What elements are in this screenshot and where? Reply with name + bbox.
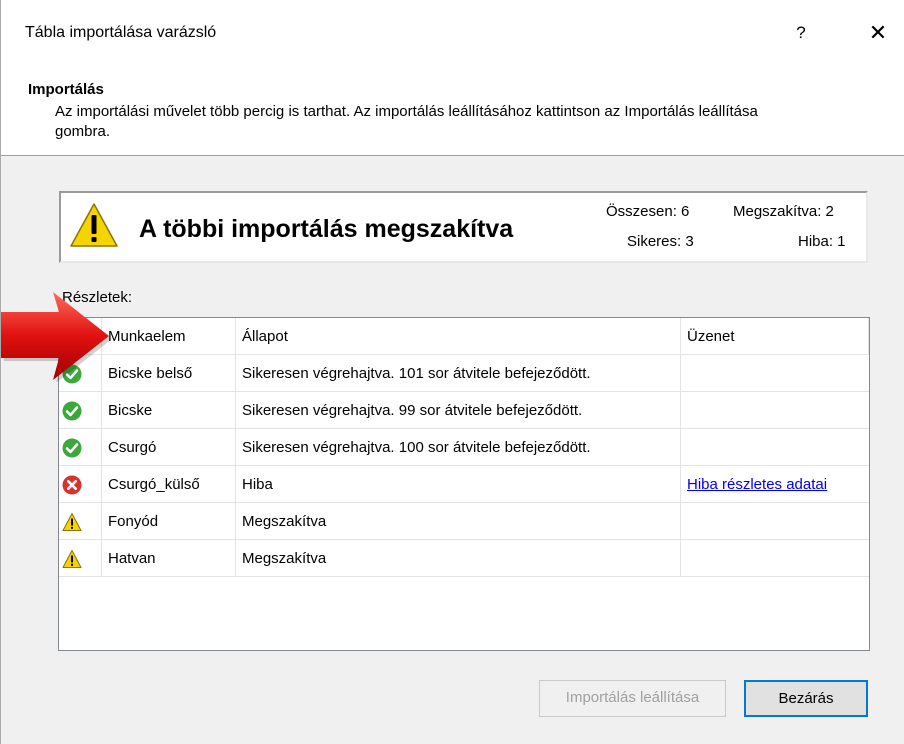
message-cell xyxy=(681,355,869,392)
message-cell xyxy=(681,540,869,577)
window-title: Tábla importálása varázsló xyxy=(25,24,217,41)
message-cell xyxy=(681,503,869,540)
item-cell: Csurgó xyxy=(102,429,236,466)
success-icon xyxy=(62,401,82,421)
total-count: Összesen: 6 xyxy=(606,203,690,220)
success-icon xyxy=(62,438,82,458)
status-cell: Megszakítva xyxy=(236,503,681,540)
warning-icon xyxy=(62,550,82,568)
summary-panel: A többi importálás megszakítva Összesen:… xyxy=(59,191,868,263)
item-cell: Csurgó_külső xyxy=(102,466,236,503)
warning-icon xyxy=(62,513,82,531)
success-count: Sikeres: 3 xyxy=(627,233,694,250)
table-row[interactable]: Csurgó_külső Hiba Hiba részletes adatai xyxy=(59,466,869,503)
stop-import-button[interactable]: Importálás leállítása xyxy=(539,680,726,717)
status-cell: Sikeresen végrehajtva. 100 sor átvitele … xyxy=(236,429,681,466)
import-wizard-dialog: Tábla importálása varázsló ? ✕ Importálá… xyxy=(0,0,904,744)
message-cell: Hiba részletes adatai xyxy=(681,466,869,503)
status-cell: Megszakítva xyxy=(236,540,681,577)
item-cell: Bicske belső xyxy=(102,355,236,392)
close-window-button[interactable]: ✕ xyxy=(861,16,895,50)
wizard-header: Importálás Az importálási művelet több p… xyxy=(1,61,904,156)
header-description: Az importálási művelet több percig is ta… xyxy=(55,103,758,140)
close-button[interactable]: Bezárás xyxy=(744,680,868,717)
column-header-status[interactable]: Állapot xyxy=(236,318,681,355)
table-row[interactable]: Bicske belső Sikeresen végrehajtva. 101 … xyxy=(59,355,869,392)
grid-header-row: Munkaelem Állapot Üzenet xyxy=(59,318,869,355)
column-header-message[interactable]: Üzenet xyxy=(681,318,869,355)
status-cell: Sikeresen végrehajtva. 101 sor átvitele … xyxy=(236,355,681,392)
details-grid[interactable]: Munkaelem Állapot Üzenet Bicske belső Si… xyxy=(58,317,870,651)
item-cell: Bicske xyxy=(102,392,236,429)
status-cell: Sikeresen végrehajtva. 99 sor átvitele b… xyxy=(236,392,681,429)
error-count: Hiba: 1 xyxy=(798,233,846,250)
table-row[interactable]: Fonyód Megszakítva xyxy=(59,503,869,540)
status-cell: Hiba xyxy=(236,466,681,503)
header-title: Importálás xyxy=(28,81,104,98)
warning-icon xyxy=(70,203,118,247)
help-button[interactable]: ? xyxy=(784,16,818,50)
error-icon xyxy=(62,475,82,495)
message-cell xyxy=(681,392,869,429)
column-header-item[interactable]: Munkaelem xyxy=(102,318,236,355)
title-bar: Tábla importálása varázsló ? ✕ xyxy=(1,0,904,61)
summary-title: A többi importálás megszakítva xyxy=(139,215,514,243)
item-cell: Fonyód xyxy=(102,503,236,540)
table-row[interactable]: Bicske Sikeresen végrehajtva. 99 sor átv… xyxy=(59,392,869,429)
table-row[interactable]: Hatvan Megszakítva xyxy=(59,540,869,577)
item-cell: Hatvan xyxy=(102,540,236,577)
error-details-link[interactable]: Hiba részletes adatai xyxy=(687,476,827,493)
red-arrow-icon xyxy=(1,292,112,382)
message-cell xyxy=(681,429,869,466)
table-row[interactable]: Csurgó Sikeresen végrehajtva. 100 sor át… xyxy=(59,429,869,466)
aborted-count: Megszakítva: 2 xyxy=(733,203,834,220)
